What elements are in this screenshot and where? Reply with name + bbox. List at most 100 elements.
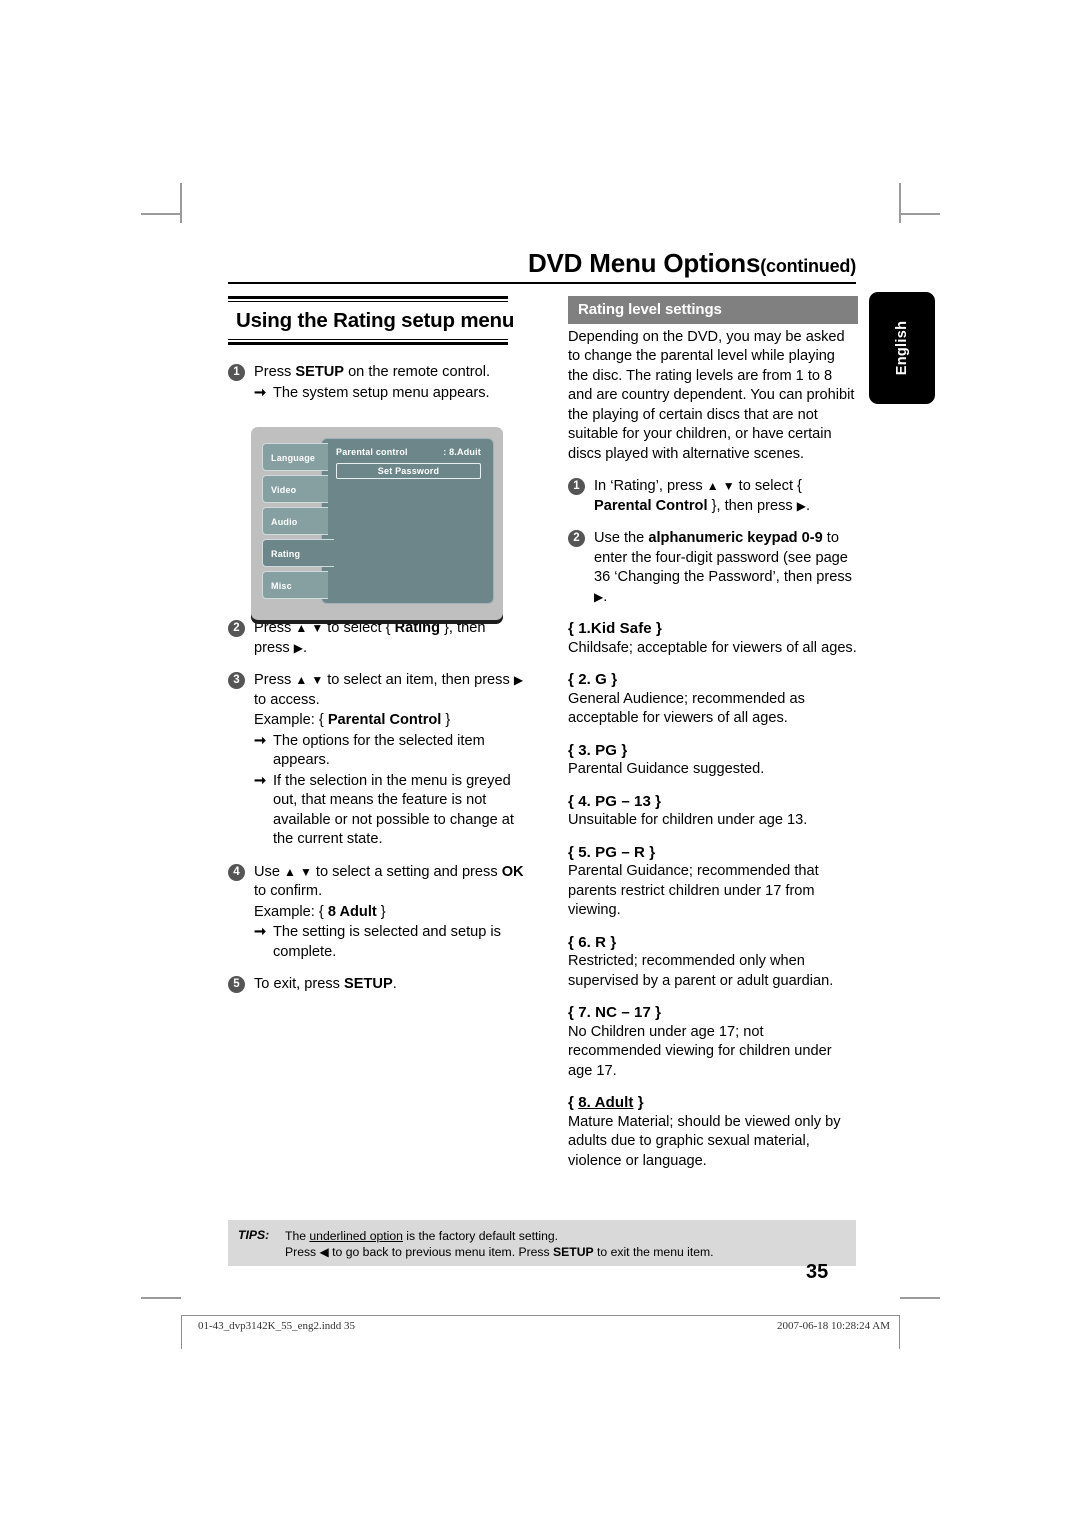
crop-mark-top-left-vertical bbox=[180, 183, 182, 223]
osd-tab-video[interactable]: Video bbox=[262, 475, 328, 503]
step-text: Press SETUP on the remote control. bbox=[254, 364, 491, 380]
arrow-icon: ➞ bbox=[254, 772, 267, 789]
step-example: Example: { Parental Control } bbox=[254, 712, 451, 728]
rating-level-1: { 1.Kid Safe } Childsafe; acceptable for… bbox=[568, 619, 858, 658]
osd-tab-language[interactable]: Language bbox=[262, 443, 328, 471]
page-title: DVD Menu Options(continued) bbox=[228, 248, 856, 279]
rating-level-settings-heading: Rating level settings bbox=[568, 296, 858, 324]
right-column: Rating level settings Depending on the D… bbox=[568, 296, 858, 1171]
footer-filename: 01-43_dvp3142K_55_eng2.indd 35 bbox=[198, 1320, 356, 1332]
arrow-note-text: The setting is selected and setup is com… bbox=[273, 924, 501, 960]
left-column: Using the Rating setup menu 1 Press SETU… bbox=[228, 296, 524, 995]
step-text: Use ▲ ▼ to select a setting and press OK… bbox=[254, 863, 524, 900]
left-step-1: 1 Press SETUP on the remote control. ➞ T… bbox=[228, 363, 524, 403]
step-arrow-note: ➞ The options for the selected item appe… bbox=[254, 732, 524, 771]
tips-line-1: The underlined option is the factory def… bbox=[285, 1229, 559, 1243]
footer-right-bar bbox=[899, 1315, 900, 1349]
header-rule bbox=[228, 282, 856, 284]
step-number: 1 bbox=[568, 478, 585, 495]
tips-underlined-phrase: underlined option bbox=[309, 1229, 403, 1243]
crop-mark-top-right-horizontal bbox=[900, 213, 940, 215]
manual-page: DVD Menu Options(continued) Using the Ra… bbox=[0, 0, 1080, 1527]
rating-level-desc: Mature Material; should be viewed only b… bbox=[568, 1113, 841, 1169]
osd-tab-audio[interactable]: Audio bbox=[262, 507, 328, 535]
rating-level-title: { 5. PG – R } bbox=[568, 843, 656, 861]
rating-level-title: { 3. PG } bbox=[568, 741, 628, 759]
rating-level-desc: Parental Guidance suggested. bbox=[568, 761, 765, 777]
page-number: 35 bbox=[806, 1261, 829, 1283]
left-step-4: 4 Use ▲ ▼ to select a setting and press … bbox=[228, 863, 524, 963]
osd-parental-control-label: Parental control bbox=[336, 447, 408, 457]
rating-level-desc: Restricted; recommended only when superv… bbox=[568, 953, 834, 989]
step-text: Use the alphanumeric keypad 0-9 to enter… bbox=[594, 530, 852, 605]
tips-label: TIPS: bbox=[238, 1228, 270, 1242]
osd-tab-misc[interactable]: Misc bbox=[262, 571, 328, 599]
arrow-icon: ➞ bbox=[254, 924, 267, 940]
section-title: Using the Rating setup menu bbox=[236, 309, 515, 332]
rating-level-desc: Unsuitable for children under age 13. bbox=[568, 812, 808, 828]
osd-parental-control-value: : 8.Aduit bbox=[443, 447, 481, 457]
arrow-note-text: The system setup menu appears. bbox=[273, 384, 490, 401]
arrow-note-text: The options for the selected item appear… bbox=[273, 732, 485, 769]
rating-level-title: { 8. Adult } bbox=[568, 1094, 644, 1111]
rating-level-desc: Childsafe; acceptable for viewers of all… bbox=[568, 639, 857, 656]
rating-level-title: { 6. R } bbox=[568, 933, 617, 951]
footer-left-bar bbox=[181, 1315, 182, 1349]
left-step-3: 3 Press ▲ ▼ to select an item, then pres… bbox=[228, 671, 524, 850]
tips-box: TIPS: The underlined option is the facto… bbox=[228, 1220, 856, 1266]
rating-level-desc: Parental Guidance; recommended that pare… bbox=[568, 863, 819, 918]
step-number: 3 bbox=[228, 672, 245, 689]
crop-mark-top-right-vertical bbox=[899, 183, 901, 223]
step-text: Press ▲ ▼ to select an item, then press … bbox=[254, 672, 524, 708]
rating-level-5: { 5. PG – R } Parental Guidance; recomme… bbox=[568, 843, 858, 921]
rating-level-label-underlined: 8. Adult bbox=[578, 1094, 634, 1111]
osd-tab-rating[interactable]: Rating bbox=[262, 539, 334, 567]
step-arrow-note: ➞ The system setup menu appears. bbox=[254, 384, 524, 404]
rating-level-2: { 2. G } General Audience; recommended a… bbox=[568, 670, 858, 729]
rating-intro-paragraph: Depending on the DVD, you may be asked t… bbox=[568, 328, 855, 462]
rating-level-8: { 8. Adult } Mature Material; should be … bbox=[568, 1093, 858, 1171]
rating-level-7: { 7. NC – 17 } No Children under age 17;… bbox=[568, 1003, 858, 1081]
step-number: 4 bbox=[228, 863, 245, 881]
arrow-icon: ➞ bbox=[254, 732, 267, 749]
rating-level-6: { 6. R } Restricted; recommended only wh… bbox=[568, 933, 858, 992]
osd-setup-menu-screenshot: Parental control : 8.Aduit Set Password … bbox=[251, 427, 503, 620]
footer-timestamp: 2007-06-18 10:28:24 AM bbox=[776, 1320, 890, 1332]
rating-level-title: { 2. G } bbox=[568, 671, 618, 688]
rating-level-title: { 1.Kid Safe } bbox=[568, 620, 662, 637]
rating-level-desc: No Children under age 17; not recommende… bbox=[568, 1023, 832, 1079]
osd-content-panel: Parental control : 8.Aduit Set Password bbox=[321, 438, 494, 604]
osd-set-password-button[interactable]: Set Password bbox=[336, 463, 481, 479]
right-step-2: 2 Use the alphanumeric keypad 0-9 to ent… bbox=[568, 529, 858, 607]
step-arrow-note: ➞ The setting is selected and setup is c… bbox=[254, 923, 524, 962]
tips-body: The underlined option is the factory def… bbox=[285, 1228, 850, 1260]
step-text: In ‘Rating’, press ▲ ▼ to select { Paren… bbox=[594, 478, 811, 514]
step-number: 2 bbox=[228, 620, 245, 637]
step-text: To exit, press SETUP. bbox=[254, 976, 397, 992]
step-arrow-note: ➞ If the selection in the menu is greyed… bbox=[254, 772, 524, 850]
footer-rule bbox=[181, 1315, 900, 1316]
osd-parental-control-row[interactable]: Parental control : 8.Aduit bbox=[336, 447, 481, 457]
osd-sidebar-tabs: Language Video Audio Rating Misc bbox=[262, 443, 334, 603]
arrow-icon: ➞ bbox=[254, 384, 267, 401]
page-title-main: DVD Menu Options bbox=[527, 248, 761, 278]
step-number: 5 bbox=[228, 976, 245, 993]
rating-level-title: { 7. NC – 17 } bbox=[568, 1004, 662, 1021]
right-step-1: 1 In ‘Rating’, press ▲ ▼ to select { Par… bbox=[568, 477, 858, 516]
left-step-5: 5 To exit, press SETUP. bbox=[228, 975, 524, 995]
language-side-tab-label: English bbox=[894, 320, 910, 376]
crop-mark-bottom-left-horizontal bbox=[141, 1297, 181, 1299]
osd-inner-frame: Parental control : 8.Aduit Set Password … bbox=[251, 427, 503, 620]
rating-level-3: { 3. PG } Parental Guidance suggested. bbox=[568, 741, 858, 780]
tips-line-2: Press ◀ to go back to previous menu item… bbox=[285, 1245, 714, 1259]
language-side-tab: English bbox=[869, 292, 935, 404]
step-text: Press ▲ ▼ to select { Rating }, then pre… bbox=[254, 620, 486, 656]
crop-mark-top-left-horizontal bbox=[141, 213, 181, 215]
page-title-continued: (continued) bbox=[760, 256, 856, 276]
step-number: 1 bbox=[228, 364, 245, 381]
section-title-rule-bottom bbox=[228, 339, 508, 345]
step-number: 2 bbox=[568, 530, 585, 547]
arrow-note-text: If the selection in the menu is greyed o… bbox=[273, 772, 514, 848]
rating-level-title: { 4. PG – 13 } bbox=[568, 792, 662, 810]
step-example: Example: { 8 Adult } bbox=[254, 903, 386, 920]
